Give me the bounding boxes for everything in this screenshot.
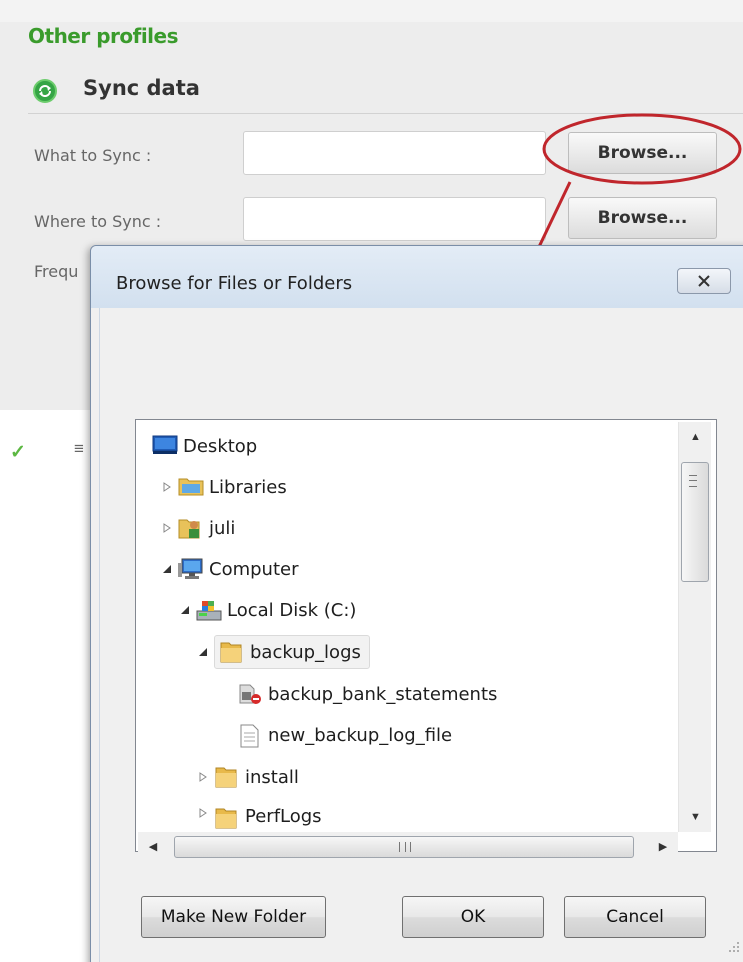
scroll-grip-icon — [689, 475, 697, 487]
user-folder-icon — [178, 516, 204, 540]
tree-item-label: juli — [209, 517, 236, 539]
expand-arrow-icon[interactable] — [196, 770, 210, 784]
tree-item-install[interactable]: install — [196, 757, 299, 797]
scroll-right-arrow-icon[interactable]: ▶ — [648, 832, 678, 862]
sync-data-heading: Sync data — [83, 76, 200, 100]
section-title: Other profiles — [28, 24, 179, 48]
tree-item-backup-logs[interactable]: backup_logs — [196, 632, 370, 672]
scroll-up-arrow-icon[interactable]: ▲ — [679, 422, 712, 452]
blocked-file-icon — [237, 682, 263, 706]
tree-item-label: PerfLogs — [245, 806, 322, 827]
ok-button[interactable]: OK — [402, 896, 544, 938]
vertical-scrollbar[interactable]: ▲ ▼ — [678, 422, 711, 832]
what-to-sync-input[interactable] — [243, 131, 546, 175]
horizontal-scroll-thumb[interactable] — [174, 836, 634, 858]
scroll-left-arrow-icon[interactable]: ◀ — [138, 832, 168, 862]
tree-item-local-disk[interactable]: Local Disk (C:) — [178, 590, 356, 630]
tree-item-new-backup-log-file[interactable]: new_backup_log_file — [237, 715, 452, 755]
tree-item-label: Libraries — [209, 476, 287, 498]
close-icon — [698, 275, 710, 287]
collapse-arrow-icon[interactable] — [160, 562, 174, 576]
heading-divider — [28, 113, 743, 114]
cancel-button[interactable]: Cancel — [564, 896, 706, 938]
tree-item-label: install — [245, 766, 299, 788]
expand-arrow-icon[interactable] — [160, 480, 174, 494]
horizontal-scrollbar[interactable]: ◀ ▶ — [138, 832, 678, 862]
local-disk-icon — [196, 598, 222, 622]
tree-item-label-selected: backup_logs — [214, 635, 370, 669]
frequency-label: Frequ — [34, 262, 79, 281]
tree-item-perflogs[interactable]: PerfLogs — [196, 798, 322, 832]
what-to-sync-label: What to Sync : — [34, 146, 152, 165]
computer-icon — [178, 557, 204, 581]
collapse-arrow-icon[interactable] — [196, 645, 210, 659]
dialog-titlebar[interactable]: Browse for Files or Folders — [91, 246, 743, 308]
text-file-icon — [237, 723, 263, 748]
collapse-arrow-icon[interactable] — [178, 603, 192, 617]
backup-logs-text: backup_logs — [250, 641, 361, 663]
tree-item-libraries[interactable]: Libraries — [160, 467, 287, 507]
dialog-title: Browse for Files or Folders — [116, 273, 353, 294]
make-new-folder-button[interactable]: Make New Folder — [141, 896, 326, 938]
where-to-sync-input[interactable] — [243, 197, 546, 241]
tree-item-backup-bank-statements[interactable]: backup_bank_statements — [237, 674, 497, 714]
resize-grip-icon[interactable] — [727, 940, 741, 954]
tree-item-label: new_backup_log_file — [268, 724, 453, 746]
folder-icon — [214, 806, 240, 830]
folder-icon — [219, 640, 245, 664]
tree-item-label: Computer — [209, 558, 299, 580]
where-to-sync-label: Where to Sync : — [34, 212, 162, 231]
where-browse-button[interactable]: Browse... — [568, 197, 717, 239]
tree-item-label: backup_bank_statements — [268, 683, 498, 705]
tree-item-desktop[interactable]: Desktop — [152, 426, 257, 466]
expand-arrow-icon[interactable] — [196, 806, 210, 820]
scroll-grip-icon — [399, 842, 411, 852]
close-button[interactable] — [677, 268, 731, 294]
tree-item-juli[interactable]: juli — [160, 508, 235, 548]
bottom-fragment: ≡ — [74, 439, 84, 458]
desktop-icon — [152, 434, 178, 458]
check-icon: ✓ — [10, 442, 26, 463]
libraries-icon — [178, 475, 204, 499]
top-strip — [0, 0, 743, 22]
tree-item-label: Desktop — [183, 435, 258, 457]
tree-item-label: Local Disk (C:) — [227, 599, 357, 621]
sync-icon — [33, 79, 57, 103]
what-browse-button[interactable]: Browse... — [568, 132, 717, 174]
scroll-down-arrow-icon[interactable]: ▼ — [679, 802, 712, 832]
expand-arrow-icon[interactable] — [160, 521, 174, 535]
tree-item-computer[interactable]: Computer — [160, 549, 298, 589]
folder-icon — [214, 765, 240, 789]
